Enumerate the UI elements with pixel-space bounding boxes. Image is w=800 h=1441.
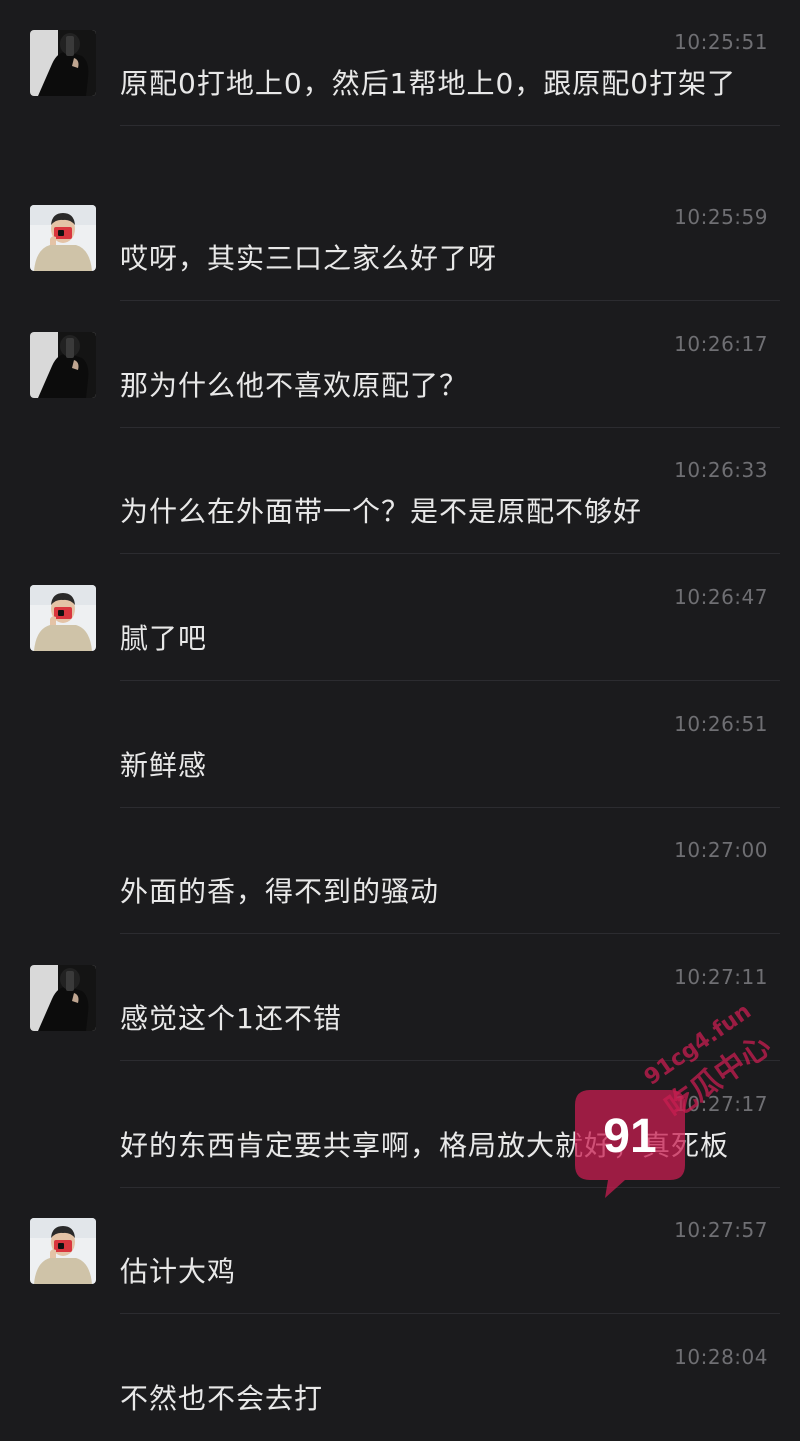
message-timestamp: 10:27:00	[674, 838, 768, 862]
message-divider	[120, 1313, 780, 1314]
message-text: 那为什么他不喜欢原配了？	[120, 369, 469, 402]
message-divider	[120, 1060, 780, 1061]
chat-message[interactable]: 10:27:11 感觉这个1还不错	[0, 935, 800, 1061]
message-timestamp: 10:26:51	[674, 712, 768, 736]
avatar-dark-photo-icon	[30, 332, 96, 398]
message-text: 不然也不会去打	[120, 1382, 324, 1415]
avatar[interactable]	[30, 585, 96, 651]
message-text: 哎呀，其实三口之家么好了呀	[120, 242, 498, 275]
message-text: 好的东西肯定要共享啊，格局放大就好，真死板	[120, 1129, 730, 1162]
chat-message[interactable]: 10:25:51 原配0打地上0，然后1帮地上0，跟原配0打架了	[0, 0, 800, 126]
avatar[interactable]	[30, 1218, 96, 1284]
message-text: 为什么在外面带一个？是不是原配不够好	[120, 495, 643, 528]
message-timestamp: 10:28:04	[674, 1345, 768, 1369]
message-timestamp: 10:27:57	[674, 1218, 768, 1242]
message-timestamp: 10:27:11	[674, 965, 768, 989]
chat-message[interactable]: 10:26:17 那为什么他不喜欢原配了？	[0, 302, 800, 428]
avatar-light-photo-icon	[30, 585, 96, 651]
message-text: 新鲜感	[120, 749, 208, 782]
message-text: 外面的香，得不到的骚动	[120, 875, 440, 908]
message-text: 感觉这个1还不错	[120, 1002, 342, 1035]
message-timestamp: 10:25:59	[674, 205, 768, 229]
message-divider	[120, 933, 780, 934]
avatar[interactable]	[30, 30, 96, 96]
avatar-light-photo-icon	[30, 205, 96, 271]
message-timestamp: 10:27:17	[674, 1092, 768, 1116]
chat-message[interactable]: 10:26:33 为什么在外面带一个？是不是原配不够好	[0, 428, 800, 554]
avatar-dark-photo-icon	[30, 30, 96, 96]
chat-message-list[interactable]: 10:25:51 原配0打地上0，然后1帮地上0，跟原配0打架了 10:25:59 哎…	[0, 0, 800, 1420]
message-timestamp: 10:26:33	[674, 458, 768, 482]
message-text: 腻了吧	[120, 622, 208, 655]
avatar[interactable]	[30, 205, 96, 271]
message-divider	[120, 125, 780, 126]
message-text: 估计大鸡	[120, 1255, 237, 1288]
avatar[interactable]	[30, 332, 96, 398]
chat-message[interactable]: 10:27:00 外面的香，得不到的骚动	[0, 808, 800, 934]
chat-message[interactable]: 10:25:59 哎呀，其实三口之家么好了呀	[0, 175, 800, 301]
message-timestamp: 10:26:47	[674, 585, 768, 609]
avatar-dark-photo-icon	[30, 965, 96, 1031]
chat-message[interactable]: 10:28:04 不然也不会去打	[0, 1315, 800, 1441]
avatar-light-photo-icon	[30, 1218, 96, 1284]
message-timestamp: 10:26:17	[674, 332, 768, 356]
message-text: 原配0打地上0，然后1帮地上0，跟原配0打架了	[120, 67, 737, 100]
message-divider	[120, 300, 780, 301]
message-timestamp: 10:25:51	[674, 30, 768, 54]
message-divider	[120, 553, 780, 554]
chat-message[interactable]: 10:27:57 估计大鸡	[0, 1188, 800, 1314]
avatar[interactable]	[30, 965, 96, 1031]
chat-message[interactable]: 10:26:51 新鲜感	[0, 682, 800, 808]
chat-message[interactable]: 10:27:17 好的东西肯定要共享啊，格局放大就好，真死板	[0, 1062, 800, 1188]
message-divider	[120, 680, 780, 681]
chat-message[interactable]: 10:26:47 腻了吧	[0, 555, 800, 681]
